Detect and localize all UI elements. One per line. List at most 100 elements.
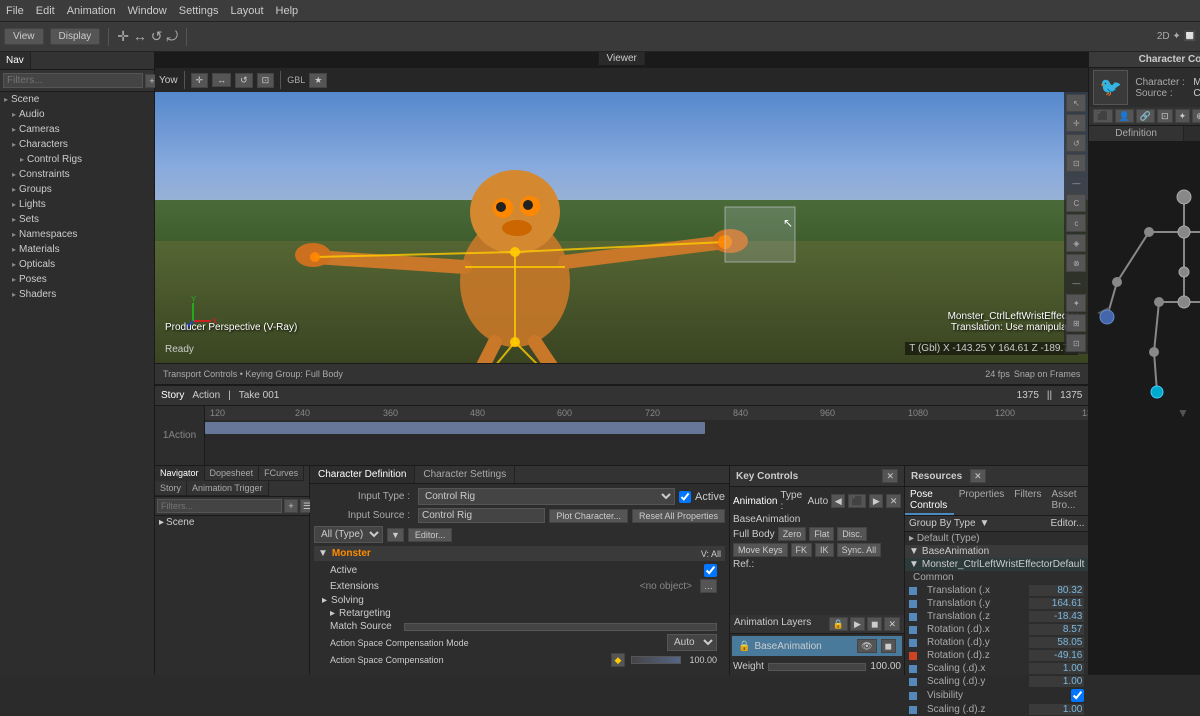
vtool-cam[interactable]: ⊡ [1066,334,1086,352]
action-space-slider[interactable] [631,656,681,664]
monster-section[interactable]: ▼ Monster V: All [314,546,725,561]
key-panel-close[interactable]: ✕ [882,469,898,483]
vtool-c3[interactable]: ◈ [1066,234,1086,252]
tree-item-shaders[interactable]: ▸ Shaders [0,287,154,302]
reset-props-btn[interactable]: Reset All Properties [632,509,725,523]
skeleton-view[interactable]: ◀ ▶ ▼ [1089,142,1200,675]
filter-input[interactable] [3,73,143,88]
nav-tree-scene[interactable]: ▸ Scene [155,516,309,529]
anim-layer-btn-close[interactable]: ✕ [884,617,900,631]
all-type-select[interactable]: All (Type) [314,526,383,543]
res-close-btn[interactable]: ✕ [970,469,986,483]
ctrl-tab-def[interactable]: Definition [1089,126,1184,141]
match-source-slider[interactable] [404,623,717,631]
menu-animation[interactable]: Animation [67,5,116,17]
vtool-select[interactable]: ↖ [1066,94,1086,112]
res-tab-filters[interactable]: Filters [1009,487,1046,515]
tree-item-cameras[interactable]: ▸ Cameras [0,122,154,137]
view-button[interactable]: View [4,28,44,45]
tree-item-namespaces[interactable]: ▸ Namespaces [0,227,154,242]
ctrl-tool-4[interactable]: ⊡ [1157,109,1173,123]
anim-tab-label[interactable]: Animation [733,496,777,507]
ctrl-tool-6[interactable]: ⊕ [1192,109,1200,123]
menu-layout[interactable]: Layout [231,5,264,17]
tree-item-opticals[interactable]: ▸ Opticals [0,257,154,272]
vtool-rotate[interactable]: ↺ [1066,134,1086,152]
tree-item-poses[interactable]: ▸ Poses [0,272,154,287]
vtool-c2[interactable]: c [1066,214,1086,232]
tree-item-characters[interactable]: ▸ Characters [0,137,154,152]
input-type-select[interactable]: Control Rig [418,488,675,505]
tree-item-control-rigs[interactable]: ▸ Control Rigs [0,152,154,167]
key-add-btn[interactable]: ⬛ [848,494,866,508]
fk-btn[interactable]: FK [791,543,813,557]
menu-help[interactable]: Help [276,5,299,17]
action-space-key-btn[interactable]: ◆ [611,653,626,667]
ctrl-tool-5[interactable]: ✦ [1175,109,1191,123]
nav-filter-plus[interactable]: + [284,499,298,513]
active-checkbox[interactable] [679,491,691,503]
res-editor-btn-label[interactable]: Editor... [1050,518,1084,529]
res-tab-pose[interactable]: Pose Controls [905,487,954,515]
extensions-btn[interactable]: … [700,579,717,593]
tree-item-scene[interactable]: ▸ Scene [0,92,154,107]
plot-char-btn[interactable]: Plot Character... [549,509,628,523]
menu-edit[interactable]: Edit [36,5,55,17]
char-tab-settings[interactable]: Character Settings [415,466,515,483]
layer-vis-btn[interactable]: 👁 [857,639,876,653]
ctrl-tool-3[interactable]: 🔗 [1136,109,1155,123]
active-prop-check[interactable] [704,564,717,577]
res-tab-asset[interactable]: Asset Bro... [1047,487,1089,515]
char-tab-def[interactable]: Character Definition [310,466,415,483]
tree-item-lights[interactable]: ▸ Lights [0,197,154,212]
base-anim-section[interactable]: ▼ BaseAnimation [905,545,1088,558]
vtool-grid[interactable]: ⊞ [1066,314,1086,332]
tree-item-materials[interactable]: ▸ Materials [0,242,154,257]
vtool-scale[interactable]: ⊡ [1066,154,1086,172]
zero-btn[interactable]: Zero [778,527,807,541]
viewer-tool-scale[interactable]: ⊡ [257,73,275,88]
viewer-tool-rotate[interactable]: ↺ [235,73,253,88]
type-dropdown-btn[interactable]: ▼ [387,528,404,542]
nav-filter-input[interactable] [157,499,282,513]
viewer-tool-move[interactable]: ✛ [191,73,209,88]
ctrl-tool-2[interactable]: 👤 [1115,109,1134,123]
weight-slider[interactable] [768,663,866,671]
viewer-render-btn[interactable]: ★ [309,73,327,88]
layer-btn-2[interactable]: ◼ [881,639,896,653]
anim-layer-btn-1[interactable]: 🔒 [829,617,848,631]
tree-item-constraints[interactable]: ▸ Constraints [0,167,154,182]
viewer-tool-select[interactable]: ↔ [212,73,231,87]
vtool-star[interactable]: ✦ [1066,294,1086,312]
tree-item-groups[interactable]: ▸ Groups [0,182,154,197]
nav-tab-fcurves[interactable]: FCurves [259,466,304,481]
menu-settings[interactable]: Settings [179,5,219,17]
move-keys-btn[interactable]: Move Keys [733,543,788,557]
vtool-move[interactable]: ✛ [1066,114,1086,132]
anim-layer-btn-2[interactable]: ▶ [850,617,865,631]
nav-tab-anim-trigger[interactable]: Animation Trigger [187,481,269,496]
nav-tab-navigator[interactable]: Nav [0,52,31,69]
nav-tab-navigator-bottom[interactable]: Navigator [155,466,205,481]
nav-tab-story[interactable]: Story [155,481,187,496]
anim-layer-btn-3[interactable]: ◼ [867,617,882,631]
visibility-check[interactable] [1071,689,1084,702]
action-space-mode-select[interactable]: Auto [667,634,717,651]
key-prev-btn[interactable]: ◀ [831,494,845,508]
sync-all-btn[interactable]: Sync. All [837,543,882,557]
flat-btn[interactable]: Flat [809,527,834,541]
menu-window[interactable]: Window [128,5,167,17]
tree-item-audio[interactable]: ▸ Audio [0,107,154,122]
nav-tab-dopesheet[interactable]: Dopesheet [205,466,260,481]
tree-item-sets[interactable]: ▸ Sets [0,212,154,227]
story-tab[interactable]: Story [161,390,184,401]
key-next-btn[interactable]: ▶ [869,494,883,508]
editor-btn[interactable]: Editor... [408,528,453,542]
display-button[interactable]: Display [50,28,101,45]
disc-btn[interactable]: Disc. [837,527,867,541]
key-del-btn[interactable]: ✕ [886,494,901,508]
ctrl-tab-controls[interactable]: Controls [1184,126,1200,141]
ctrl-tool-1[interactable]: ⬛ [1093,109,1112,123]
ik-btn[interactable]: IK [815,543,834,557]
vtool-magnet[interactable]: ⊗ [1066,254,1086,272]
